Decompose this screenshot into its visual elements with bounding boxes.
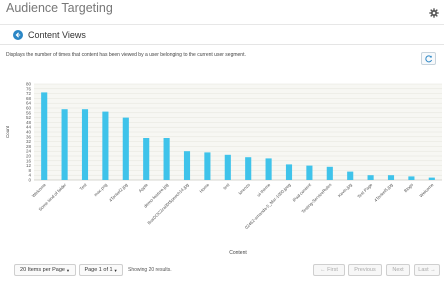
y-tick-label: 20 <box>26 154 32 159</box>
results-count: Showing 20 results. <box>128 267 172 273</box>
y-tick-label: 32 <box>26 139 32 144</box>
y-tick-label: 68 <box>26 96 32 101</box>
bar <box>387 175 395 180</box>
section-header: Content Views <box>13 28 86 42</box>
items-per-page-select[interactable]: 20 Items per Page ▼ <box>14 264 76 276</box>
y-tick-label: 0 <box>28 178 31 183</box>
x-tick-label: lorenzo <box>237 182 251 196</box>
bar <box>428 177 435 180</box>
bar <box>81 109 89 180</box>
y-tick-label: 52 <box>26 115 32 120</box>
y-tick-label: 44 <box>26 125 32 130</box>
bar <box>367 175 374 180</box>
y-tick-label: 56 <box>26 110 32 115</box>
caret-down-icon: ▼ <box>65 267 70 273</box>
y-tick-label: 24 <box>26 149 32 154</box>
previous-page-button[interactable]: Previous <box>348 264 382 276</box>
y-tick-label: 28 <box>26 144 32 149</box>
x-tick-label: 4Tonkel2.jpg <box>108 182 129 203</box>
bar <box>102 111 109 180</box>
x-tick-label: Test <box>79 182 89 192</box>
x-axis-label: Content <box>229 250 247 256</box>
last-page-button[interactable]: Last → <box>414 264 440 276</box>
first-page-button[interactable]: ← First <box>313 264 345 276</box>
header-divider <box>0 24 444 25</box>
refresh-icon <box>424 54 432 62</box>
bar <box>61 109 68 180</box>
bar <box>224 154 231 180</box>
y-tick-label: 60 <box>26 106 32 111</box>
bar <box>347 171 354 180</box>
back-button[interactable] <box>13 30 23 40</box>
y-tick-label: 76 <box>26 86 32 91</box>
y-tick-label: 4 <box>28 173 31 178</box>
app-header: Audience Targeting <box>0 0 444 22</box>
y-tick-label: 64 <box>26 101 32 106</box>
bar <box>143 138 150 180</box>
x-tick-label: Blogs <box>403 182 414 193</box>
y-tick-label: 80 <box>26 82 32 87</box>
section-divider <box>0 44 444 45</box>
bar <box>265 158 272 180</box>
bar <box>122 117 129 180</box>
y-tick-label: 12 <box>26 163 32 168</box>
y-axis-label: Count <box>5 125 10 138</box>
bar <box>41 92 48 180</box>
x-tick-label: Apple <box>138 182 150 194</box>
bar <box>245 157 252 180</box>
caret-down-icon: ▼ <box>113 267 118 273</box>
bar <box>408 176 415 180</box>
pagination-bar: 20 Items per Page ▼ Page 1 of 1 ▼ Showin… <box>0 264 444 280</box>
y-tick-label: 72 <box>26 91 32 96</box>
x-tick-label: Welcome <box>31 182 48 199</box>
x-tick-label: test <box>222 182 231 191</box>
page-select-label: Page 1 of 1 <box>84 267 113 273</box>
y-tick-label: 36 <box>26 134 32 139</box>
bar <box>326 166 333 180</box>
bar <box>183 151 191 180</box>
bar <box>285 164 293 180</box>
x-tick-label: 4Tonkel5.jpg <box>373 182 394 203</box>
x-tick-label: Welcome <box>418 182 435 199</box>
y-tick-label: 48 <box>26 120 32 125</box>
chart-description: Displays the number of times that conten… <box>6 52 246 58</box>
content-views-chart: 048121620242832364044485256606468727680W… <box>5 82 442 256</box>
y-tick-label: 40 <box>26 130 32 135</box>
refresh-button[interactable] <box>421 52 436 65</box>
bar <box>204 152 211 180</box>
app-title: Audience Targeting <box>6 1 113 15</box>
gear-icon[interactable] <box>429 8 439 18</box>
next-page-button[interactable]: Next <box>386 264 410 276</box>
y-tick-label: 16 <box>26 158 32 163</box>
page-select[interactable]: Page 1 of 1 ▼ <box>79 264 123 276</box>
x-tick-label: Home <box>198 182 210 194</box>
section-title: Content Views <box>28 30 86 40</box>
x-tick-label: BusDOC2ca00tSpeech14.jpg <box>146 182 190 226</box>
items-per-page-label: 20 Items per Page <box>20 267 65 273</box>
bar <box>306 165 313 180</box>
x-tick-label: Test Page <box>356 182 373 199</box>
bar <box>163 138 170 180</box>
arrow-left-icon <box>15 32 21 38</box>
x-tick-label: iPad-content <box>292 182 313 203</box>
x-tick-label: mac.png <box>93 182 109 198</box>
x-tick-label: Kevin.jpg <box>337 182 353 198</box>
x-tick-label: ui-theme <box>256 182 272 198</box>
y-tick-label: 8 <box>28 168 31 173</box>
